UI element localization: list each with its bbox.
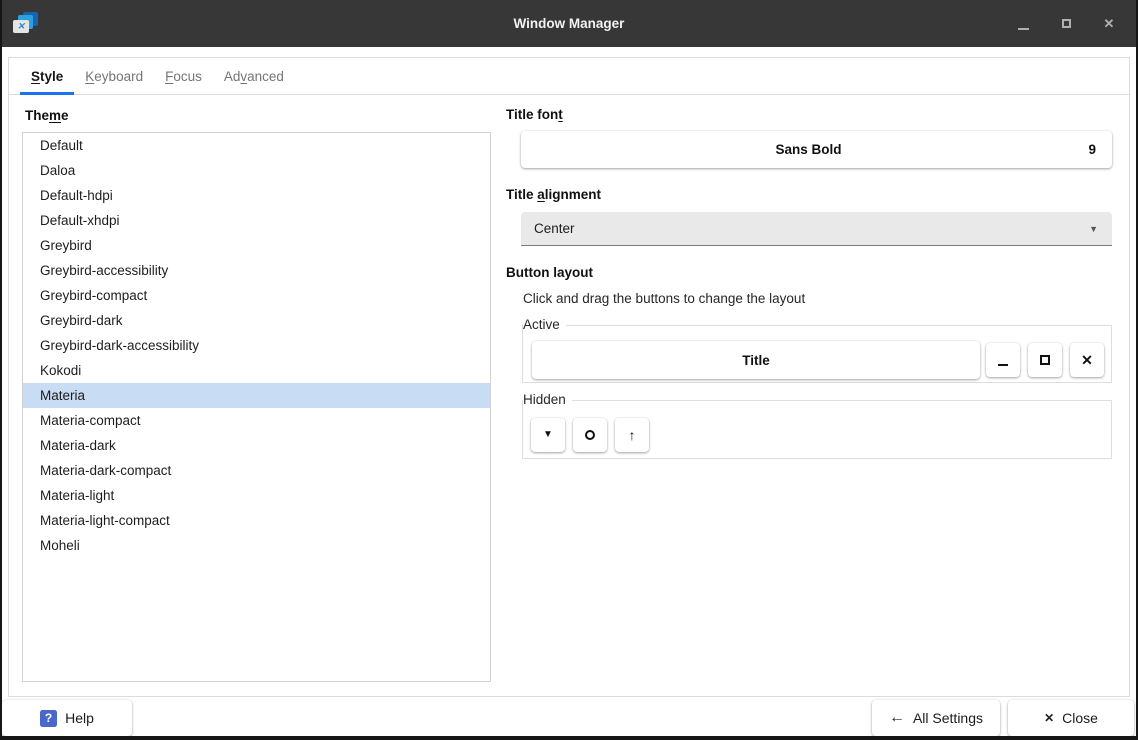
tab-advanced[interactable]: Advanced <box>213 58 295 94</box>
menu-icon: ▼ <box>543 430 553 440</box>
window-title: Window Manager <box>2 16 1136 31</box>
shade-icon: ↑ <box>629 428 636 442</box>
close-icon: ✕ <box>1044 712 1054 724</box>
theme-list-item[interactable]: Greybird-compact <box>23 283 490 308</box>
layout-close-button[interactable]: ✕ <box>1070 343 1104 377</box>
tab-keyboard[interactable]: Keyboard <box>74 58 154 94</box>
window-manager-dialog: ✕ Window Manager ✕ Style Keyboard Focus … <box>0 0 1138 740</box>
layout-minimize-button[interactable] <box>986 343 1020 377</box>
combobox-value: Center <box>521 221 575 236</box>
theme-list-item[interactable]: Materia-dark-compact <box>23 458 490 483</box>
theme-list-item[interactable]: Greybird <box>23 233 490 258</box>
theme-list-item[interactable]: Default <box>23 133 490 158</box>
tab-style[interactable]: Style <box>20 58 74 94</box>
close-button-label: Close <box>1062 710 1098 726</box>
theme-list-item[interactable]: Greybird-accessibility <box>23 258 490 283</box>
maximize-icon <box>1040 355 1050 365</box>
title-alignment-combobox[interactable]: Center ▼ <box>521 212 1112 246</box>
layout-menu-button[interactable]: ▼ <box>531 418 565 452</box>
theme-list-item[interactable]: Greybird-dark <box>23 308 490 333</box>
theme-list[interactable]: Default Daloa Default-hdpi Default-xhdpi… <box>22 132 491 682</box>
layout-shade-button[interactable]: ↑ <box>615 418 649 452</box>
titlebar[interactable]: ✕ Window Manager ✕ <box>2 0 1136 47</box>
theme-list-item[interactable]: Materia-light-compact <box>23 508 490 533</box>
active-frame-legend: Active <box>523 317 566 332</box>
theme-list-item-selected[interactable]: Materia <box>23 383 490 408</box>
help-icon: ? <box>40 710 57 727</box>
title-font-button[interactable]: Sans Bold 9 <box>521 131 1112 168</box>
theme-list-item[interactable]: Default-hdpi <box>23 183 490 208</box>
layout-maximize-button[interactable] <box>1028 343 1062 377</box>
all-settings-button[interactable]: ← All Settings <box>872 700 1000 736</box>
all-settings-label: All Settings <box>913 710 983 726</box>
theme-list-item[interactable]: Materia-compact <box>23 408 490 433</box>
minimize-icon <box>1018 28 1029 30</box>
button-layout-label: Button layout <box>506 265 593 280</box>
theme-list-item[interactable]: Materia-dark <box>23 433 490 458</box>
font-size: 9 <box>1056 142 1112 157</box>
theme-list-item[interactable]: Kokodi <box>23 358 490 383</box>
theme-list-item[interactable]: Default-xhdpi <box>23 208 490 233</box>
chevron-down-icon: ▼ <box>1089 224 1098 234</box>
close-dialog-button[interactable]: ✕ Close <box>1008 700 1134 736</box>
stick-icon <box>585 430 595 440</box>
back-arrow-icon: ← <box>889 710 905 726</box>
hidden-frame-legend: Hidden <box>523 392 572 407</box>
tab-bar: Style Keyboard Focus Advanced <box>9 58 1129 95</box>
help-button[interactable]: ? Help <box>2 700 132 736</box>
minimize-icon <box>998 364 1008 367</box>
active-buttons-frame: Active Title ✕ <box>522 325 1112 383</box>
title-font-label: Title font <box>506 107 563 122</box>
theme-list-item[interactable]: Materia-light <box>23 483 490 508</box>
close-icon: ✕ <box>1081 353 1093 367</box>
hidden-buttons-frame: Hidden ▼ ↑ <box>522 400 1112 459</box>
settings-notebook: Style Keyboard Focus Advanced Theme Defa… <box>8 57 1130 697</box>
theme-label: Theme <box>25 108 69 123</box>
help-button-label: Help <box>65 710 94 726</box>
title-alignment-label: Title alignment <box>506 187 601 202</box>
button-layout-hint: Click and drag the buttons to change the… <box>523 291 805 306</box>
theme-list-item[interactable]: Moheli <box>23 533 490 558</box>
theme-list-item[interactable]: Daloa <box>23 158 490 183</box>
font-name: Sans Bold <box>521 142 1056 157</box>
layout-stick-button[interactable] <box>573 418 607 452</box>
layout-title-button[interactable]: Title <box>532 341 980 379</box>
theme-list-item[interactable]: Greybird-dark-accessibility <box>23 333 490 358</box>
tab-focus[interactable]: Focus <box>154 58 213 94</box>
